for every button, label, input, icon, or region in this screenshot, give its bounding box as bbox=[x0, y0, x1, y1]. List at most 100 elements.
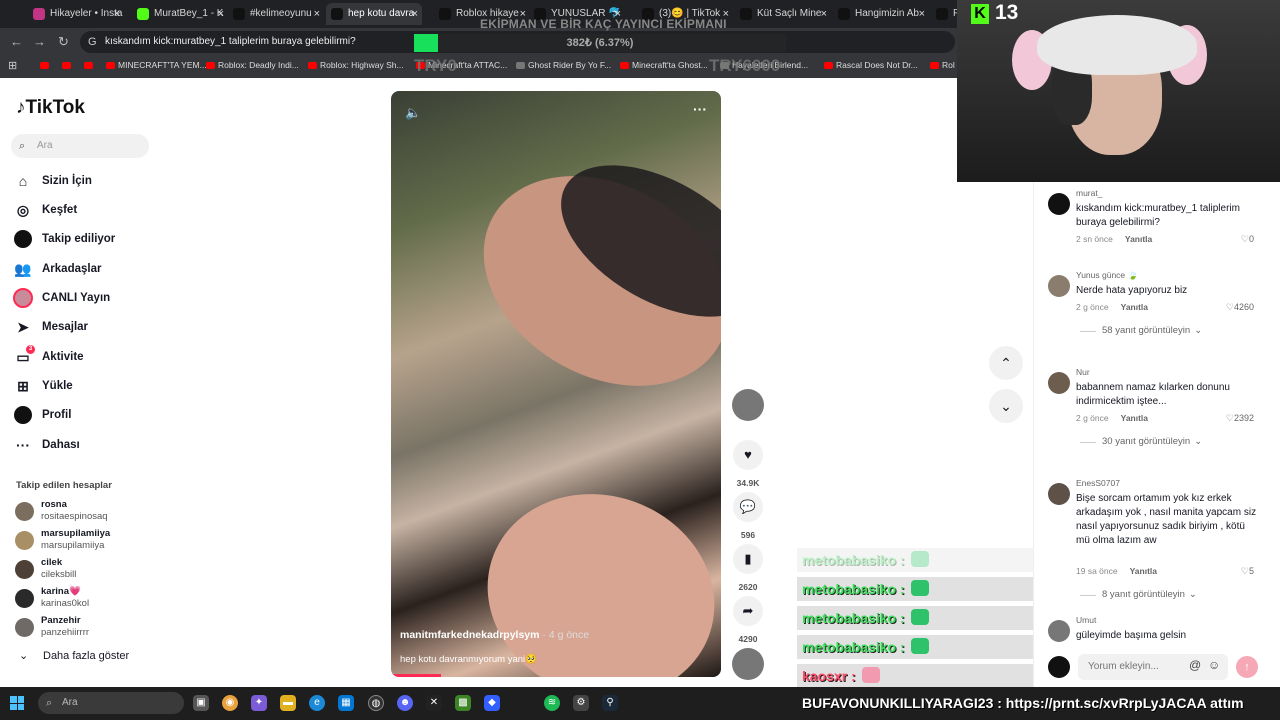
steam-icon[interactable]: ⚲ bbox=[602, 695, 618, 711]
close-tab-icon[interactable]: × bbox=[218, 3, 224, 25]
comment-username[interactable]: Umut bbox=[1076, 615, 1096, 625]
chat-emote-icon bbox=[910, 580, 929, 596]
creator-avatar[interactable] bbox=[732, 389, 764, 421]
reply-button[interactable]: Yanıtla bbox=[1125, 234, 1152, 244]
browser-tab[interactable]: MuratBey_1 - K × bbox=[132, 3, 228, 25]
windows-start-icon[interactable] bbox=[10, 696, 24, 710]
next-video-button[interactable]: ⌄ bbox=[989, 389, 1023, 423]
back-icon[interactable]: ← bbox=[10, 34, 23, 49]
chat-message: metobabasiko : bbox=[797, 635, 1033, 659]
bookmark-item[interactable]: Roblox: Deadly Indi... bbox=[206, 60, 299, 70]
like-button[interactable]: ♥ 34.9K bbox=[732, 440, 764, 488]
share-button[interactable]: ➦ 4290 bbox=[732, 596, 764, 644]
forward-icon[interactable]: → bbox=[33, 34, 46, 49]
bookmark-item[interactable]: Roblox: Highway Sh... bbox=[308, 60, 404, 70]
chrome-icon[interactable]: ◉ bbox=[222, 695, 238, 711]
bookmark-item[interactable]: Minecraft'ta Ghost... bbox=[620, 60, 708, 70]
settings-icon[interactable]: ⚙ bbox=[573, 695, 589, 711]
video-progress-bar[interactable] bbox=[391, 674, 441, 677]
copilot-icon[interactable]: ✦ bbox=[251, 695, 267, 711]
followed-account[interactable]: cilek cileksbill bbox=[15, 557, 155, 583]
comment-like-button[interactable]: ♡5 bbox=[1241, 566, 1254, 577]
edge-icon[interactable]: e bbox=[309, 695, 325, 711]
close-tab-icon[interactable]: × bbox=[821, 3, 827, 25]
browser-tab[interactable]: #kelimeoyunu × bbox=[228, 3, 324, 25]
obs-icon[interactable]: ◍ bbox=[368, 695, 384, 711]
sidebar-item-friends[interactable]: 👥 Arkadaşlar bbox=[14, 258, 154, 280]
sidebar-item-activity[interactable]: ▭ 3 Aktivite bbox=[14, 345, 154, 368]
music-disc[interactable] bbox=[732, 648, 764, 680]
followed-account[interactable]: Panzehir panzehiirrrr bbox=[15, 615, 155, 641]
browser-tab[interactable]: Hangimizin Ab × bbox=[833, 3, 929, 25]
comment-username[interactable]: Yunus günce 🍃 bbox=[1076, 270, 1138, 281]
browser-tab[interactable]: hep kotu davra × bbox=[326, 3, 422, 25]
bookmark-item[interactable]: Ghost Rider By Yo F... bbox=[516, 60, 611, 70]
capcut-icon[interactable]: ✕ bbox=[426, 695, 442, 711]
roblox-icon[interactable]: ◆ bbox=[484, 695, 500, 711]
comment-input[interactable] bbox=[1078, 654, 1228, 680]
close-tab-icon[interactable]: × bbox=[412, 3, 418, 25]
discord-icon[interactable]: ☻ bbox=[397, 695, 413, 711]
show-more-button[interactable]: ⌄ Daha fazla göster bbox=[19, 650, 129, 662]
video-player[interactable]: 🔈 ··· manitmfarkednekadrpylsym · 4 g önc… bbox=[391, 91, 721, 677]
tab-favicon-icon bbox=[838, 8, 850, 20]
view-replies-button[interactable]: 58 yanıt görüntüleyin ⌄ bbox=[1080, 325, 1202, 336]
commenter-avatar[interactable] bbox=[1048, 620, 1070, 642]
close-tab-icon[interactable]: × bbox=[919, 3, 925, 25]
reply-button[interactable]: Yanıtla bbox=[1121, 302, 1148, 312]
bookmark-item[interactable]: Rascal Does Not Dr... bbox=[824, 60, 918, 70]
taskbar-search[interactable]: ⌕ Ara bbox=[38, 692, 184, 714]
browser-tab[interactable]: P bbox=[931, 3, 957, 25]
file-explorer-icon[interactable]: ▬ bbox=[280, 695, 296, 711]
save-button[interactable]: ▮ 2620 bbox=[732, 544, 764, 592]
comment-like-button[interactable]: ♡2392 bbox=[1226, 413, 1254, 424]
followed-account[interactable]: rosna rositaespinosaq bbox=[15, 499, 155, 525]
post-comment-button[interactable]: ↑ bbox=[1236, 656, 1258, 678]
close-tab-icon[interactable]: × bbox=[114, 3, 120, 25]
sidebar-item-live[interactable]: CANLI Yayın bbox=[13, 287, 154, 309]
task-view-icon[interactable]: ▣ bbox=[193, 695, 209, 711]
comment-like-button[interactable]: ♡4260 bbox=[1226, 302, 1254, 313]
comment-like-button[interactable]: ♡0 bbox=[1241, 234, 1254, 245]
browser-tab[interactable]: Küt Saçlı Mine × bbox=[735, 3, 831, 25]
mention-icon[interactable]: @ bbox=[1189, 658, 1201, 672]
view-replies-button[interactable]: 30 yanıt görüntüleyin ⌄ bbox=[1080, 436, 1202, 447]
commenter-avatar[interactable] bbox=[1048, 483, 1070, 505]
followed-account[interactable]: karina💗 karinas0kol bbox=[15, 586, 155, 612]
sidebar-item-home[interactable]: ⌂ Sizin İçin bbox=[14, 170, 154, 192]
comment-username[interactable]: murat_ bbox=[1076, 188, 1102, 198]
tiktok-logo[interactable]: ♪TikTok bbox=[16, 97, 85, 119]
bookmark-item[interactable]: MINECRAFT'TA YEM... bbox=[106, 60, 207, 70]
account-name: marsupilamiiya bbox=[41, 528, 111, 539]
view-replies-button[interactable]: 8 yanıt görüntüleyin ⌄ bbox=[1080, 589, 1197, 600]
video-more-icon[interactable]: ··· bbox=[693, 101, 707, 117]
followed-account[interactable]: marsupilamiiya marsupilamiiya bbox=[15, 528, 155, 554]
sidebar-item-more[interactable]: ··· Dahası bbox=[14, 434, 154, 456]
volume-icon[interactable]: 🔈 bbox=[405, 105, 421, 121]
comment-button[interactable]: 💬 596 bbox=[732, 492, 764, 540]
site-info-icon[interactable]: G bbox=[88, 31, 97, 53]
emoji-icon[interactable]: ☺ bbox=[1208, 658, 1220, 672]
sidebar-item-following[interactable]: Takip ediliyor bbox=[14, 228, 154, 250]
commenter-avatar[interactable] bbox=[1048, 275, 1070, 297]
store-icon[interactable]: ▦ bbox=[338, 695, 354, 711]
reply-button[interactable]: Yanıtla bbox=[1121, 413, 1148, 423]
search-input[interactable]: ⌕ Ara bbox=[11, 134, 149, 158]
sidebar-item-profile[interactable]: Profil bbox=[14, 404, 154, 426]
close-tab-icon[interactable]: × bbox=[314, 3, 320, 25]
video-author[interactable]: manitmfarkednekadrpylsym · 4 g önce bbox=[400, 629, 589, 641]
sidebar-item-upload[interactable]: ⊞ Yükle bbox=[14, 375, 154, 397]
comment-username[interactable]: EnesS0707 bbox=[1076, 478, 1120, 488]
minecraft-icon[interactable]: ▩ bbox=[455, 695, 471, 711]
previous-video-button[interactable]: ⌃ bbox=[989, 346, 1023, 380]
commenter-avatar[interactable] bbox=[1048, 193, 1070, 215]
browser-tab[interactable]: Hikayeler • Insta × bbox=[28, 3, 124, 25]
spotify-icon[interactable]: ≋ bbox=[544, 695, 560, 711]
commenter-avatar[interactable] bbox=[1048, 372, 1070, 394]
apps-grid-icon[interactable]: ⊞ bbox=[8, 59, 17, 72]
sidebar-item-compass[interactable]: ◎ Keşfet bbox=[14, 199, 154, 221]
sidebar-item-send[interactable]: ➤ Mesajlar bbox=[14, 316, 154, 338]
comment-username[interactable]: Nur bbox=[1076, 367, 1090, 377]
reply-button[interactable]: Yanıtla bbox=[1130, 566, 1157, 576]
reload-icon[interactable]: ↻ bbox=[58, 34, 69, 50]
